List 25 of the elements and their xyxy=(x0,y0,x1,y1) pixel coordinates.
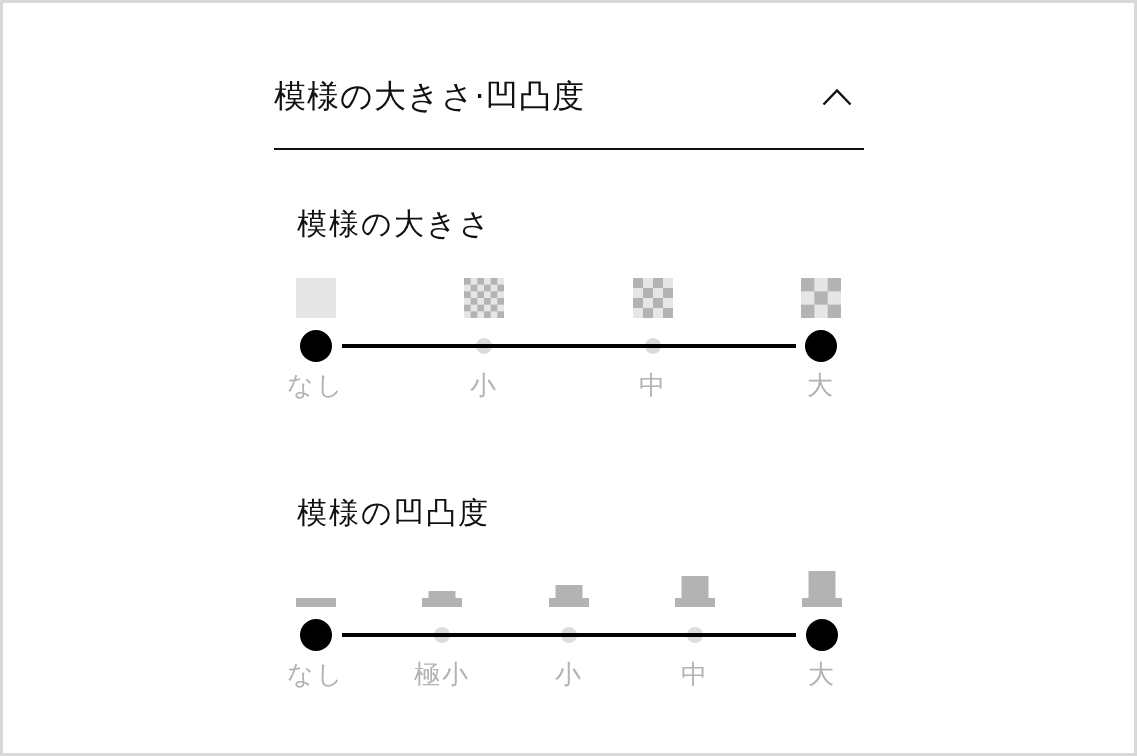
slider-handle[interactable] xyxy=(299,330,332,362)
plain-swatch-icon xyxy=(295,278,336,318)
raised-block-icon xyxy=(422,591,462,607)
step-label: 大 xyxy=(807,659,836,689)
step-label: 極小 xyxy=(414,659,470,689)
step-label: 小 xyxy=(470,370,499,400)
checker-pattern-icon xyxy=(464,278,505,318)
raised-block-icon xyxy=(675,576,715,607)
raised-block-icon xyxy=(548,585,589,607)
accordion-header[interactable]: 模様の大きさ·凹凸度 xyxy=(273,65,864,150)
section-heading: 模様の大きさ xyxy=(295,205,493,243)
step-label: 中 xyxy=(681,659,709,689)
slider-handle[interactable] xyxy=(805,330,838,362)
checker-pattern-icon xyxy=(801,278,842,318)
step-label: 中 xyxy=(638,370,667,400)
step-label: なし xyxy=(286,659,345,689)
raised-block-icon xyxy=(801,571,842,607)
step-label: なし xyxy=(286,370,345,400)
slider-handle[interactable] xyxy=(299,619,332,651)
step-label: 小 xyxy=(554,659,583,689)
section-heading: 模様の凹凸度 xyxy=(295,494,491,532)
checker-pattern-icon xyxy=(632,278,673,318)
step-label: 大 xyxy=(807,370,836,400)
flat-bar-icon xyxy=(295,598,336,607)
slider-handle[interactable] xyxy=(805,619,838,651)
